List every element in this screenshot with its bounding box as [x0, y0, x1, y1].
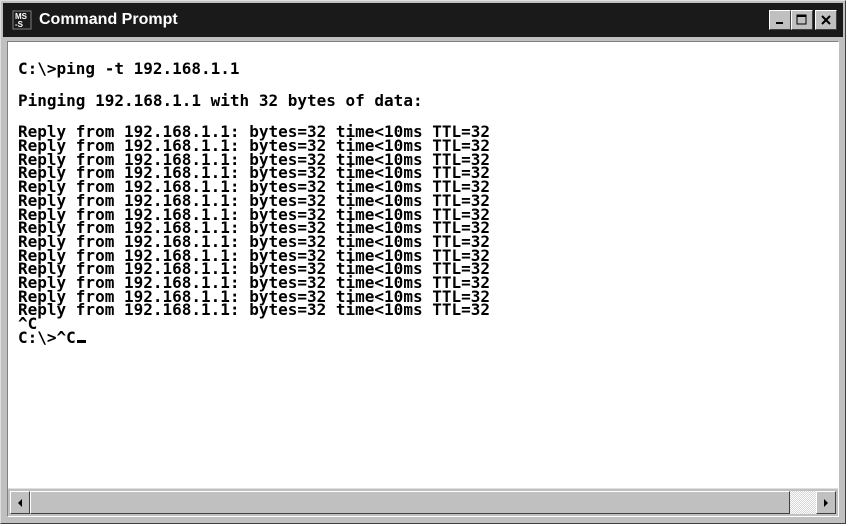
text-cursor — [76, 339, 86, 343]
maximize-button[interactable] — [791, 10, 813, 30]
close-button[interactable] — [815, 10, 837, 30]
ms-dos-icon[interactable]: MS -S — [11, 9, 33, 31]
console-line: C:\>ping -t 192.168.1.1 — [18, 62, 240, 78]
minimize-button[interactable] — [769, 10, 791, 30]
scroll-track[interactable] — [30, 491, 816, 514]
title-bar[interactable]: MS -S Command Prompt — [3, 3, 843, 37]
minimize-icon — [776, 22, 783, 24]
console-area[interactable]: C:\>ping -t 192.168.1.1 Pinging 192.168.1… — [7, 41, 839, 517]
window-title: Command Prompt — [39, 11, 178, 28]
console-line: Pinging 192.168.1.1 with 32 bytes of dat… — [18, 90, 423, 110]
window-controls — [769, 10, 837, 30]
command-prompt-window: MS -S Command Prompt C:\>ping -t 192.168… — [0, 0, 846, 524]
horizontal-scrollbar[interactable] — [8, 488, 838, 516]
console-line: ^C — [18, 314, 38, 333]
console-output[interactable]: C:\>ping -t 192.168.1.1 Pinging 192.168.1… — [18, 62, 828, 482]
console-line: C:\>^C — [18, 329, 828, 345]
svg-text:-S: -S — [15, 20, 24, 29]
arrow-left-icon — [18, 498, 22, 507]
close-icon — [821, 15, 831, 25]
scroll-right-button[interactable] — [816, 491, 836, 514]
maximize-icon — [796, 14, 807, 25]
scroll-left-button[interactable] — [10, 491, 30, 514]
scroll-thumb[interactable] — [30, 491, 790, 514]
console-line: Reply from 192.168.1.1: bytes=32 time<10… — [18, 300, 491, 320]
arrow-right-icon — [824, 498, 828, 507]
